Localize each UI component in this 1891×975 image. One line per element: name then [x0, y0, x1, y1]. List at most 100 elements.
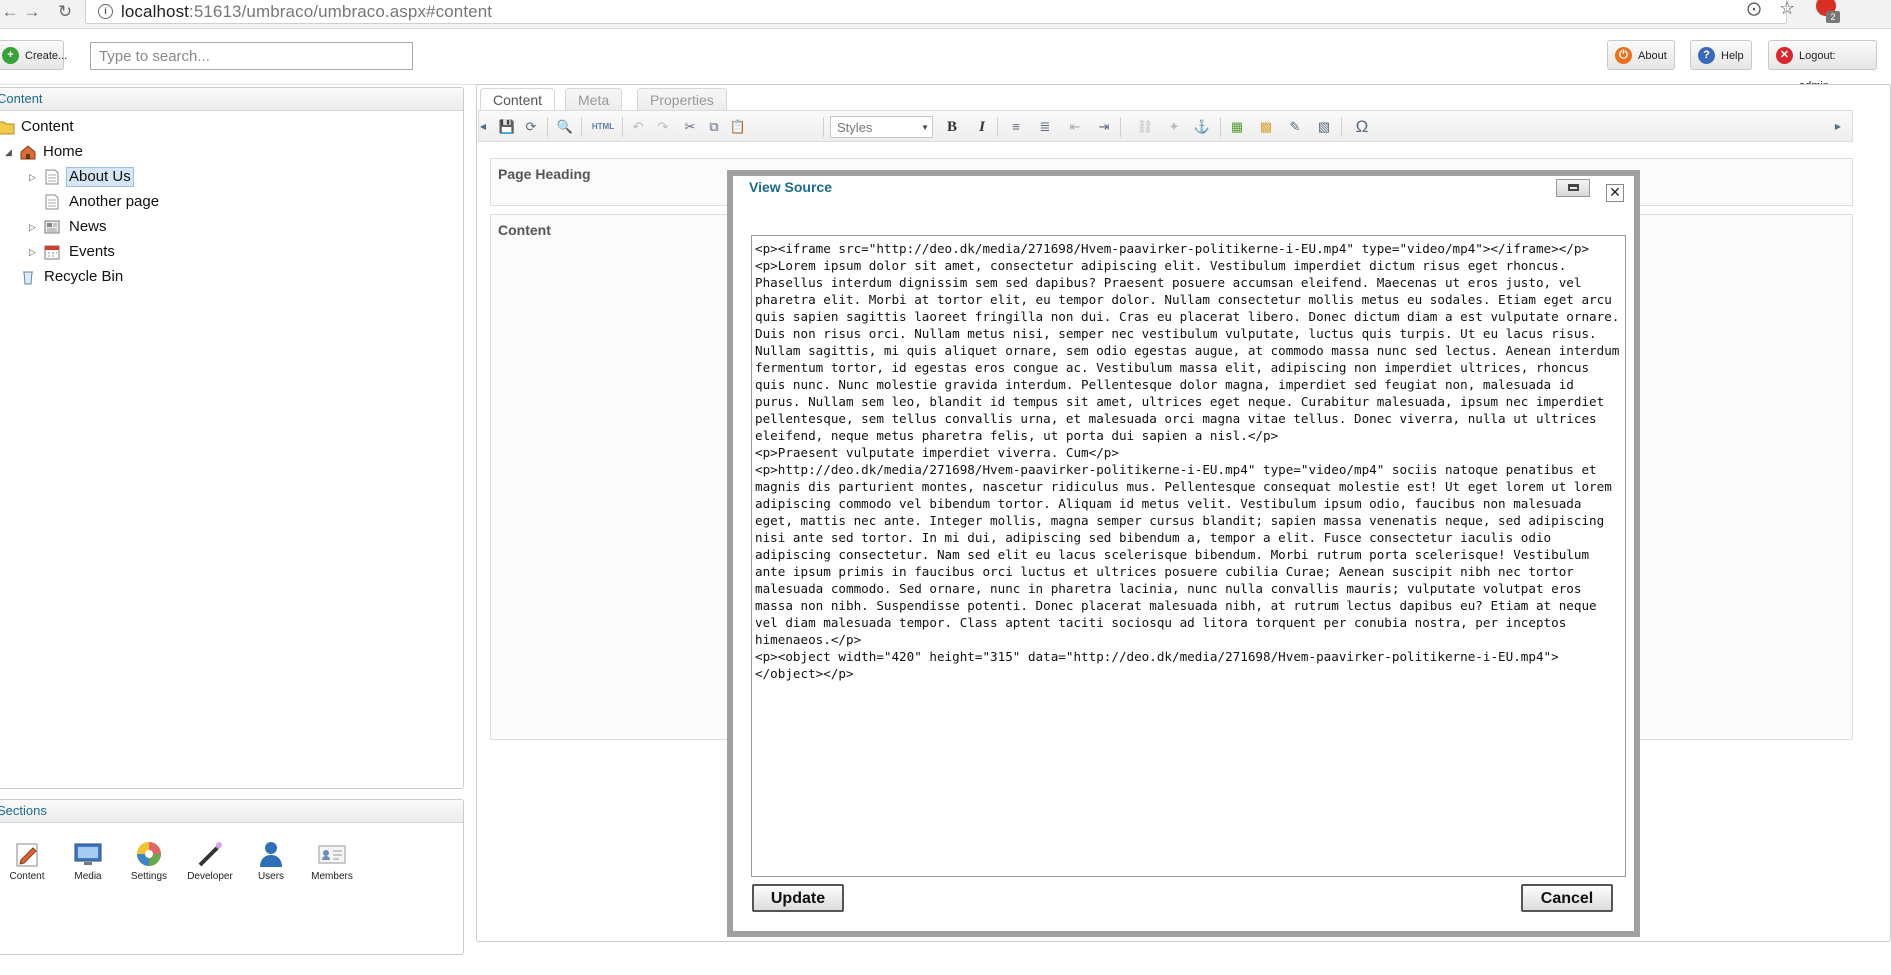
indent-icon[interactable]: ⇥: [1095, 118, 1113, 136]
section-members[interactable]: Members: [302, 840, 362, 882]
news-icon: [44, 220, 60, 234]
tree-item-events[interactable]: ▷ Events: [0, 241, 297, 263]
copy-icon[interactable]: ⧉: [705, 118, 723, 136]
paste-icon[interactable]: 📋: [729, 118, 747, 136]
tree-item-label: Events: [69, 243, 115, 260]
insert-media-icon[interactable]: ▩: [1257, 118, 1275, 136]
section-developer[interactable]: Developer: [180, 840, 240, 882]
toolbar-scroll-right-icon[interactable]: ▶: [1834, 118, 1842, 136]
tree-item-content[interactable]: Content: [0, 116, 297, 138]
collapsed-arrow-icon[interactable]: ▷: [29, 166, 39, 188]
numbered-list-icon[interactable]: ≣: [1036, 118, 1054, 136]
tree-item-home[interactable]: ◢ Home: [0, 141, 297, 163]
help-question-icon: ?: [1698, 47, 1715, 64]
bold-icon[interactable]: B: [943, 118, 961, 136]
tab-properties[interactable]: Properties: [637, 88, 727, 111]
link-icon[interactable]: ⛓: [1136, 118, 1154, 136]
toolbar-scroll-left-icon[interactable]: ◀: [479, 118, 487, 136]
html-source-icon[interactable]: HTML: [589, 118, 617, 136]
pin-icon[interactable]: ⨀: [1747, 0, 1761, 16]
settings-color-wheel-icon: [137, 842, 161, 866]
special-character-icon[interactable]: Ω: [1353, 118, 1371, 136]
about-button[interactable]: ⏻ About: [1607, 40, 1675, 70]
tree-item-label: Recycle Bin: [44, 268, 124, 285]
section-label: Media: [74, 871, 102, 882]
content-tree-panel: Content Content ◢ Home ▷ About Us Anothe…: [0, 87, 464, 789]
collapsed-arrow-icon[interactable]: ▷: [29, 241, 39, 263]
save-icon[interactable]: 💾: [498, 118, 516, 136]
italic-icon[interactable]: I: [973, 118, 991, 136]
undo-icon[interactable]: ↶: [629, 118, 647, 136]
address-bar[interactable]: i localhost:51613/umbraco/umbraco.aspx#c…: [85, 0, 1787, 24]
url-path: :51613/umbraco/umbraco.aspx#content: [189, 2, 493, 21]
umbraco-topbar: + Create... ⏻ About ? Help ✕ Logout: adm…: [0, 30, 1891, 92]
tab-content[interactable]: Content: [480, 88, 556, 111]
sections-panel: Sections Content Media Settings Develope…: [0, 799, 464, 955]
page-heading-label: Page Heading: [498, 166, 591, 182]
cancel-button[interactable]: Cancel: [1521, 884, 1613, 912]
close-button[interactable]: ✕: [1606, 184, 1624, 202]
bullet-list-icon[interactable]: ≡: [1007, 118, 1025, 136]
maximize-button[interactable]: [1556, 179, 1590, 197]
section-media[interactable]: Media: [58, 840, 118, 882]
folder-icon: [0, 121, 15, 135]
section-label: Content: [9, 871, 45, 882]
create-button[interactable]: + Create...: [0, 40, 68, 70]
content-tree-header: Content: [0, 88, 463, 111]
info-icon[interactable]: i: [98, 4, 113, 19]
section-settings[interactable]: Settings: [119, 840, 179, 882]
tree-item-news[interactable]: ▷ News: [0, 216, 297, 238]
browser-toolbar: ← → ↻ i localhost:51613/umbraco/umbraco.…: [0, 0, 1891, 29]
back-arrow-icon[interactable]: ←: [0, 2, 20, 22]
house-icon: [20, 145, 36, 160]
help-button[interactable]: ? Help: [1690, 40, 1752, 70]
forward-arrow-icon[interactable]: →: [22, 2, 42, 22]
preview-icon[interactable]: 🔍: [556, 118, 574, 136]
tree-item-label: Home: [43, 143, 84, 160]
page-icon: [45, 169, 59, 185]
unlink-icon[interactable]: ✦: [1165, 118, 1183, 136]
section-content[interactable]: Content: [0, 840, 57, 882]
section-label: Developer: [187, 871, 233, 882]
insert-form-icon[interactable]: ✎: [1286, 118, 1304, 136]
redo-icon[interactable]: ↷: [654, 118, 672, 136]
insert-image-icon[interactable]: ▦: [1228, 118, 1246, 136]
tab-meta[interactable]: Meta: [565, 88, 623, 111]
reload-icon[interactable]: ↻: [55, 2, 75, 22]
expanded-arrow-icon[interactable]: ◢: [5, 141, 15, 163]
html-source-textarea[interactable]: <p><iframe src="http://deo.dk/media/2716…: [751, 235, 1626, 877]
anchor-icon[interactable]: ⚓: [1193, 118, 1211, 136]
view-source-dialog: View Source ✕ <p><iframe src="http://deo…: [727, 170, 1640, 937]
page-icon: [45, 194, 59, 210]
dialog-title: View Source: [749, 179, 833, 195]
update-button[interactable]: Update: [752, 884, 844, 912]
chevron-down-icon: ▼: [921, 123, 929, 132]
logout-button[interactable]: ✕ Logout: admin: [1768, 40, 1877, 92]
tree-item-label: Content: [21, 118, 74, 135]
insert-macro-icon[interactable]: ▧: [1315, 118, 1333, 136]
save-and-publish-icon[interactable]: ⟳: [522, 118, 540, 136]
tree-item-another-page[interactable]: Another page: [0, 191, 297, 213]
styles-dropdown[interactable]: Styles ▼: [830, 116, 933, 138]
notification-badge: 2: [1826, 11, 1840, 23]
maximize-icon: [1568, 184, 1579, 191]
outdent-icon[interactable]: ⇤: [1066, 118, 1084, 136]
section-users[interactable]: Users: [241, 840, 301, 882]
create-label: Create...: [25, 50, 68, 62]
tree-item-label: Another page: [69, 193, 160, 210]
section-label: Settings: [130, 871, 168, 882]
tree-item-recycle-bin[interactable]: Recycle Bin: [0, 266, 297, 288]
close-icon: ✕: [1609, 184, 1621, 200]
help-label: Help: [1721, 50, 1744, 62]
bookmark-star-icon[interactable]: ☆: [1779, 0, 1795, 19]
recycle-bin-icon: [23, 271, 33, 285]
collapsed-arrow-icon[interactable]: ▷: [29, 216, 39, 238]
cut-icon[interactable]: ✂: [681, 118, 699, 136]
content-field-label: Content: [498, 222, 551, 238]
search-input[interactable]: [90, 42, 413, 70]
sections-header: Sections: [0, 800, 463, 823]
styles-dropdown-value: Styles: [837, 120, 873, 135]
tree-item-about-us[interactable]: ▷ About Us: [0, 166, 297, 188]
content-pencil-icon: [16, 843, 38, 867]
members-card-icon: [318, 845, 346, 864]
